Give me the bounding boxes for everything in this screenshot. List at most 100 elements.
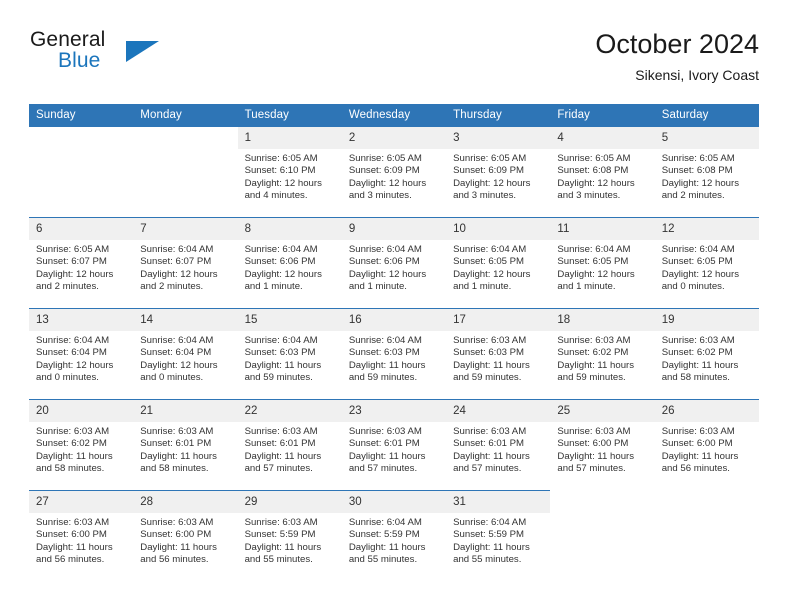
day-number: 15 [237,309,342,331]
calendar-day-cell[interactable]: 9 Sunrise: 6:04 AM Sunset: 6:06 PM Daylight… [341,217,447,309]
calendar-day-cell[interactable]: 30 Sunrise: 6:04 AM Sunset: 5:59 PM Dayligh… [341,490,447,581]
calendar-day-cell[interactable]: 25 Sunrise: 6:03 AM Sunset: 6:00 PM Dayligh… [550,399,655,491]
day-daylight-1-text: Daylight: 11 hours [557,450,635,462]
day-sunset-text: Sunset: 6:02 PM [661,347,733,359]
day-sunset-text: Sunset: 6:04 PM [140,347,212,359]
calendar-day-cell[interactable]: 5 Sunrise: 6:05 AM Sunset: 6:08 PM Daylight… [654,126,759,218]
calendar-day-cell[interactable]: 6 Sunrise: 6:05 AM Sunset: 6:07 PM Daylight… [29,217,134,309]
calendar-day-cell[interactable]: 22 Sunrise: 6:03 AM Sunset: 6:01 PM Dayligh… [237,399,342,491]
day-daylight-1-text: Daylight: 12 hours [661,177,740,189]
day-sunset-text: Sunset: 6:08 PM [557,165,629,177]
day-number: 31 [446,491,551,513]
calendar-week-row: 1 Sunrise: 6:05 AM Sunset: 6:10 PM Daylight… [29,126,759,218]
calendar-day-cell[interactable]: 31 Sunrise: 6:04 AM Sunset: 5:59 PM Dayligh… [446,490,551,581]
day-daylight-1-text: Daylight: 11 hours [36,541,113,553]
day-number: 3 [446,127,551,149]
weekday-header-thursday: Thursday [446,104,551,127]
calendar-day-cell[interactable]: 24 Sunrise: 6:03 AM Sunset: 6:01 PM Dayligh… [446,399,551,491]
calendar-week-row: 20 Sunrise: 6:03 AM Sunset: 6:02 PM Dayligh… [29,399,759,491]
day-sunrise-text: Sunrise: 6:04 AM [244,244,318,255]
calendar-day-cell[interactable]: 23 Sunrise: 6:03 AM Sunset: 6:01 PM Dayligh… [341,399,447,491]
calendar-day-cell[interactable]: 26 Sunrise: 6:03 AM Sunset: 6:00 PM Dayligh… [654,399,759,491]
calendar-day-cell[interactable]: 29 Sunrise: 6:03 AM Sunset: 5:59 PM Dayligh… [237,490,342,581]
day-number: 7 [133,218,238,240]
weekday-header-monday: Monday [133,104,238,127]
brand-logo: General Blue [29,28,249,88]
day-details: Sunrise: 6:03 AM Sunset: 6:00 PM Daylight:… [655,422,759,476]
day-number: 17 [446,309,551,331]
day-details: Sunrise: 6:05 AM Sunset: 6:09 PM Daylight:… [446,149,550,203]
day-details: Sunrise: 6:03 AM Sunset: 6:03 PM Daylight:… [446,331,550,385]
day-daylight-2-text: and 56 minutes. [36,554,105,566]
day-sunset-text: Sunset: 5:59 PM [244,529,316,541]
calendar-day-cell[interactable]: 11 Sunrise: 6:04 AM Sunset: 6:05 PM Dayligh… [550,217,655,309]
day-details: Sunrise: 6:04 AM Sunset: 6:05 PM Daylight:… [655,240,759,294]
day-sunrise-text: Sunrise: 6:05 AM [453,153,527,164]
day-number: 21 [133,400,238,422]
calendar-day-cell[interactable]: 2 Sunrise: 6:05 AM Sunset: 6:09 PM Daylight… [341,126,447,218]
day-details: Sunrise: 6:03 AM Sunset: 6:02 PM Daylight:… [550,331,654,385]
calendar-day-cell[interactable]: 18 Sunrise: 6:03 AM Sunset: 6:02 PM Dayligh… [550,308,655,400]
day-daylight-2-text: and 59 minutes. [453,372,522,384]
day-number: 8 [237,218,342,240]
calendar-day-cell[interactable]: 27 Sunrise: 6:03 AM Sunset: 6:00 PM Dayligh… [29,490,134,581]
day-daylight-2-text: and 59 minutes. [557,372,626,384]
day-sunset-text: Sunset: 6:07 PM [140,256,212,268]
calendar-day-cell[interactable]: 7 Sunrise: 6:04 AM Sunset: 6:07 PM Daylight… [133,217,238,309]
calendar-day-cell[interactable]: 17 Sunrise: 6:03 AM Sunset: 6:03 PM Dayligh… [446,308,551,400]
day-details: Sunrise: 6:03 AM Sunset: 6:02 PM Daylight:… [29,422,133,476]
day-details: Sunrise: 6:03 AM Sunset: 6:00 PM Daylight:… [550,422,654,476]
day-sunset-text: Sunset: 6:02 PM [557,347,629,359]
calendar-day-cell[interactable]: 15 Sunrise: 6:04 AM Sunset: 6:03 PM Dayligh… [237,308,342,400]
day-daylight-2-text: and 4 minutes. [244,190,308,202]
day-number: 19 [654,309,759,331]
calendar-day-cell[interactable]: 8 Sunrise: 6:04 AM Sunset: 6:06 PM Daylight… [237,217,342,309]
calendar-day-cell[interactable]: 13 Sunrise: 6:04 AM Sunset: 6:04 PM Dayligh… [29,308,134,400]
day-daylight-1-text: Daylight: 11 hours [348,541,426,553]
day-details: Sunrise: 6:05 AM Sunset: 6:09 PM Daylight:… [342,149,446,203]
day-sunrise-text: Sunrise: 6:04 AM [661,244,735,255]
calendar-day-cell[interactable]: 3 Sunrise: 6:05 AM Sunset: 6:09 PM Daylight… [446,126,551,218]
day-sunrise-text: Sunrise: 6:03 AM [661,426,735,437]
calendar-day-cell-empty [29,126,134,218]
weekday-header-friday: Friday [550,104,655,127]
day-sunset-text: Sunset: 6:08 PM [661,165,733,177]
day-number: 4 [550,127,655,149]
day-details: Sunrise: 6:04 AM Sunset: 5:59 PM Daylight:… [446,513,550,567]
calendar-day-cell[interactable]: 19 Sunrise: 6:03 AM Sunset: 6:02 PM Dayligh… [654,308,759,400]
day-details: Sunrise: 6:03 AM Sunset: 6:00 PM Daylight:… [29,513,133,567]
calendar-day-cell[interactable]: 1 Sunrise: 6:05 AM Sunset: 6:10 PM Daylight… [237,126,342,218]
day-sunrise-text: Sunrise: 6:04 AM [140,244,214,255]
calendar-day-cell[interactable]: 4 Sunrise: 6:05 AM Sunset: 6:08 PM Daylight… [550,126,655,218]
day-daylight-2-text: and 0 minutes. [140,372,204,384]
day-number: 6 [29,218,134,240]
day-number: 9 [341,218,447,240]
calendar-day-cell[interactable]: 21 Sunrise: 6:03 AM Sunset: 6:01 PM Dayligh… [133,399,238,491]
calendar-day-cell[interactable]: 28 Sunrise: 6:03 AM Sunset: 6:00 PM Dayligh… [133,490,238,581]
day-daylight-2-text: and 1 minute. [453,281,512,293]
day-sunset-text: Sunset: 6:06 PM [244,256,316,268]
calendar-body: 1 Sunrise: 6:05 AM Sunset: 6:10 PM Daylight… [29,126,759,581]
brand-name-blue: Blue [58,49,101,72]
day-details: Sunrise: 6:04 AM Sunset: 6:07 PM Daylight:… [133,240,237,294]
calendar-day-cell[interactable]: 20 Sunrise: 6:03 AM Sunset: 6:02 PM Dayligh… [29,399,134,491]
weekday-header-tuesday: Tuesday [237,104,342,127]
day-daylight-1-text: Daylight: 11 hours [557,359,635,371]
day-daylight-2-text: and 2 minutes. [661,190,725,202]
day-sunset-text: Sunset: 6:09 PM [453,165,525,177]
day-sunrise-text: Sunrise: 6:05 AM [244,153,318,164]
day-daylight-1-text: Daylight: 11 hours [348,450,426,462]
day-sunrise-text: Sunrise: 6:03 AM [140,426,214,437]
day-number: 11 [550,218,655,240]
day-daylight-2-text: and 57 minutes. [557,463,626,475]
day-daylight-1-text: Daylight: 11 hours [140,541,217,553]
calendar-day-cell[interactable]: 16 Sunrise: 6:04 AM Sunset: 6:03 PM Dayligh… [341,308,447,400]
calendar-day-cell[interactable]: 14 Sunrise: 6:04 AM Sunset: 6:04 PM Dayligh… [133,308,238,400]
calendar-day-cell[interactable]: 12 Sunrise: 6:04 AM Sunset: 6:05 PM Dayligh… [654,217,759,309]
calendar-day-cell[interactable]: 10 Sunrise: 6:04 AM Sunset: 6:05 PM Dayligh… [446,217,551,309]
day-number: 28 [133,491,238,513]
day-number: 12 [654,218,759,240]
day-details: Sunrise: 6:03 AM Sunset: 5:59 PM Daylight:… [238,513,342,567]
day-sunrise-text: Sunrise: 6:03 AM [140,517,214,528]
day-daylight-1-text: Daylight: 11 hours [661,450,739,462]
